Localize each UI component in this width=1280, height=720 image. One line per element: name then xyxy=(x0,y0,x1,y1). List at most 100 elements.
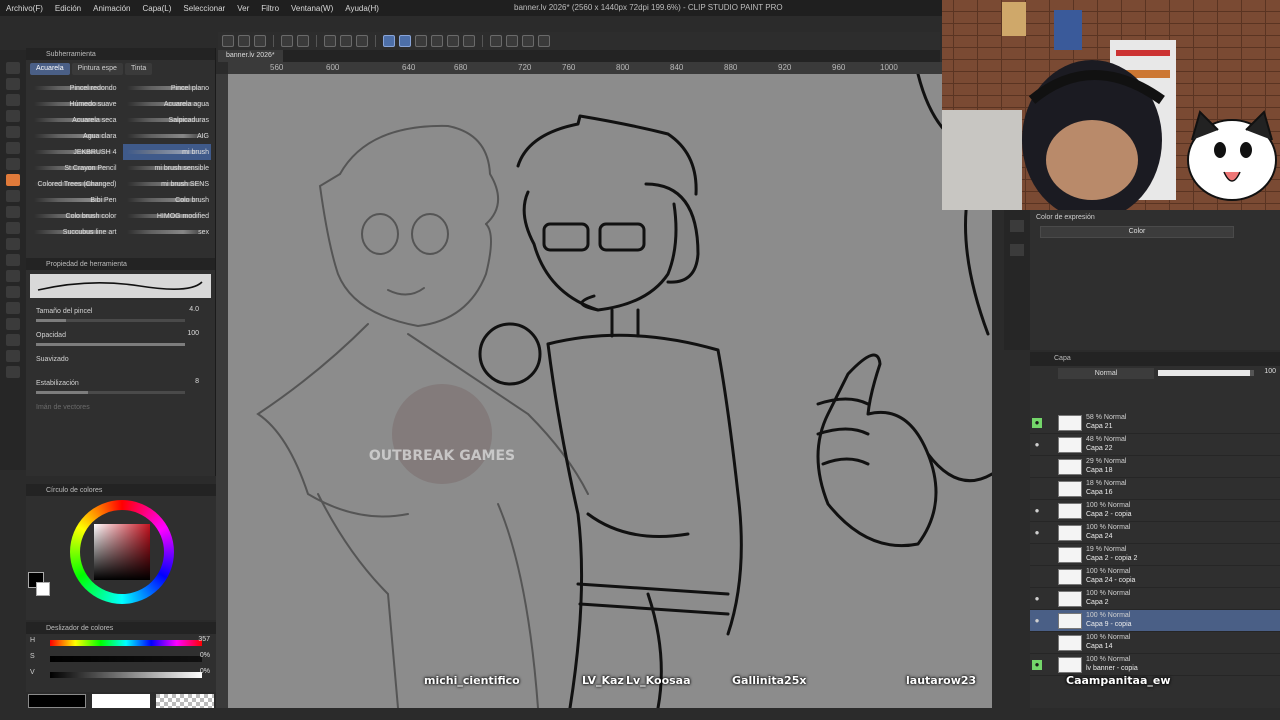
smoothing-row[interactable]: Suavizado xyxy=(26,350,215,374)
stabilization-value[interactable]: 8 xyxy=(195,378,199,385)
color-mix-icon[interactable] xyxy=(522,35,534,47)
open-icon[interactable] xyxy=(238,35,250,47)
opacity-value[interactable]: 100 xyxy=(187,330,199,337)
lasso-icon[interactable] xyxy=(6,110,20,122)
blend-mode-select[interactable]: Normal xyxy=(1058,368,1154,379)
grid-icon[interactable] xyxy=(506,35,518,47)
fill-icon[interactable] xyxy=(340,35,352,47)
saturation-value[interactable]: 0% xyxy=(200,652,210,659)
layer-property-icon[interactable] xyxy=(1010,220,1024,232)
layer-row[interactable]: ● 100 % Normal Capa 2 - copia xyxy=(1030,500,1280,522)
brush-item[interactable]: Colo brush color xyxy=(30,208,119,224)
tab-watercolor[interactable]: Acuarela xyxy=(30,63,70,75)
visibility-eye-icon[interactable] xyxy=(1032,572,1042,582)
value-slider-row[interactable]: V 0% xyxy=(26,666,216,682)
opacity-row[interactable]: Opacidad 100 xyxy=(26,326,215,350)
layer-row[interactable]: ● 100 % Normal Capa 9 - copia xyxy=(1030,610,1280,632)
gradient-icon[interactable] xyxy=(6,270,20,282)
layer-row[interactable]: 100 % Normal Capa 24 - copia xyxy=(1030,566,1280,588)
hue-slider-row[interactable]: H 357 xyxy=(26,634,216,650)
opacity-slider[interactable] xyxy=(36,343,185,346)
visibility-eye-icon[interactable]: ● xyxy=(1032,440,1042,450)
brush-item[interactable]: mi brush sensible xyxy=(123,160,212,176)
brush-item[interactable]: Agua clara xyxy=(30,128,119,144)
figure-icon[interactable] xyxy=(6,286,20,298)
hand-icon[interactable] xyxy=(6,78,20,90)
visibility-eye-icon[interactable]: ● xyxy=(1032,594,1042,604)
brush-item[interactable]: Salpicaduras xyxy=(123,112,212,128)
value-value[interactable]: 0% xyxy=(200,668,210,675)
drawing-color-white[interactable] xyxy=(92,694,150,708)
layer-row[interactable]: 18 % Normal Capa 16 xyxy=(1030,478,1280,500)
layer-row[interactable]: ● 100 % Normal Capa 2 xyxy=(1030,588,1280,610)
transform-icon[interactable] xyxy=(356,35,368,47)
brush-item[interactable]: Colo brush xyxy=(123,192,212,208)
menu-animation[interactable]: Animación xyxy=(87,4,136,13)
redo-icon[interactable] xyxy=(297,35,309,47)
brush-size-slider[interactable] xyxy=(36,319,185,322)
brush-item[interactable]: St Crayon Pencil xyxy=(30,160,119,176)
tab-ink[interactable]: Tinta xyxy=(124,63,153,75)
eraser-icon[interactable] xyxy=(6,222,20,234)
layer-row[interactable]: ● 48 % Normal Capa 22 xyxy=(1030,434,1280,456)
layer-opacity-value[interactable]: 100 xyxy=(1264,368,1276,375)
wand-icon[interactable] xyxy=(6,126,20,138)
pen-icon[interactable] xyxy=(6,158,20,170)
brush-item[interactable]: Bibi Pen xyxy=(30,192,119,208)
brush-item[interactable]: Colored Trees (Changed) xyxy=(30,176,119,192)
visibility-eye-icon[interactable] xyxy=(1032,462,1042,472)
menu-help[interactable]: Ayuda(H) xyxy=(339,4,385,13)
layer-search-icon[interactable] xyxy=(1010,244,1024,256)
brush-item[interactable]: AIG xyxy=(123,128,212,144)
brush-size-value[interactable]: 4.0 xyxy=(189,306,199,313)
blend-icon[interactable] xyxy=(6,238,20,250)
visibility-eye-icon[interactable]: ● xyxy=(1032,418,1042,428)
decoration-icon[interactable] xyxy=(6,206,20,218)
canvas-tab[interactable]: banner.lv 2026* xyxy=(218,50,283,62)
balloon-icon[interactable] xyxy=(6,350,20,362)
layer-opacity-slider[interactable] xyxy=(1158,370,1254,376)
brush-item[interactable]: Pincel redondo xyxy=(30,80,119,96)
crop-icon[interactable] xyxy=(431,35,443,47)
menu-file[interactable]: Archivo(F) xyxy=(0,4,49,13)
save-icon[interactable] xyxy=(254,35,266,47)
snap-ruler-icon[interactable] xyxy=(383,35,395,47)
visibility-eye-icon[interactable] xyxy=(1032,550,1042,560)
snap-special-icon[interactable] xyxy=(415,35,427,47)
visibility-eye-icon[interactable] xyxy=(1032,638,1042,648)
stabilization-row[interactable]: Estabilización 8 xyxy=(26,374,215,398)
drawing-canvas[interactable]: OUTBREAK GAMES xyxy=(228,74,992,708)
brush-item[interactable]: mi brush SENS xyxy=(123,176,212,192)
brush-item[interactable]: Succubus line art xyxy=(30,224,119,240)
brush-item[interactable]: Acuarela agua xyxy=(123,96,212,112)
airbrush-icon[interactable] xyxy=(6,190,20,202)
expression-color-select[interactable]: Color xyxy=(1040,226,1234,238)
frame-icon[interactable] xyxy=(6,302,20,314)
clear-icon[interactable] xyxy=(324,35,336,47)
fill-tool-icon[interactable] xyxy=(6,254,20,266)
zoom-icon[interactable] xyxy=(6,62,20,74)
layer-row[interactable]: 29 % Normal Capa 18 xyxy=(1030,456,1280,478)
visibility-eye-icon[interactable] xyxy=(1032,484,1042,494)
ruler-icon[interactable] xyxy=(6,318,20,330)
layer-row[interactable]: 19 % Normal Capa 2 - copia 2 xyxy=(1030,544,1280,566)
reference-icon[interactable] xyxy=(490,35,502,47)
layer-row[interactable]: ● 100 % Normal Capa 24 xyxy=(1030,522,1280,544)
brush-item[interactable]: JEKBRUSH 4 xyxy=(30,144,119,160)
move-icon[interactable] xyxy=(6,94,20,106)
undo-icon[interactable] xyxy=(281,35,293,47)
layer-row[interactable]: ● 58 % Normal Capa 21 xyxy=(1030,412,1280,434)
visibility-eye-icon[interactable]: ● xyxy=(1032,528,1042,538)
visibility-eye-icon[interactable]: ● xyxy=(1032,506,1042,516)
visibility-eye-icon[interactable]: ● xyxy=(1032,616,1042,626)
value-slider[interactable] xyxy=(50,672,202,678)
flip-icon[interactable] xyxy=(447,35,459,47)
hue-ring[interactable] xyxy=(70,500,174,604)
correct-line-icon[interactable] xyxy=(6,366,20,378)
brush-item[interactable]: sex xyxy=(123,224,212,240)
menu-layer[interactable]: Capa(L) xyxy=(137,4,178,13)
brush-item[interactable]: Pincel plano xyxy=(123,80,212,96)
saturation-slider[interactable] xyxy=(50,656,202,662)
snap-grid-icon[interactable] xyxy=(399,35,411,47)
tab-special-paint[interactable]: Pintura espe xyxy=(71,63,123,75)
